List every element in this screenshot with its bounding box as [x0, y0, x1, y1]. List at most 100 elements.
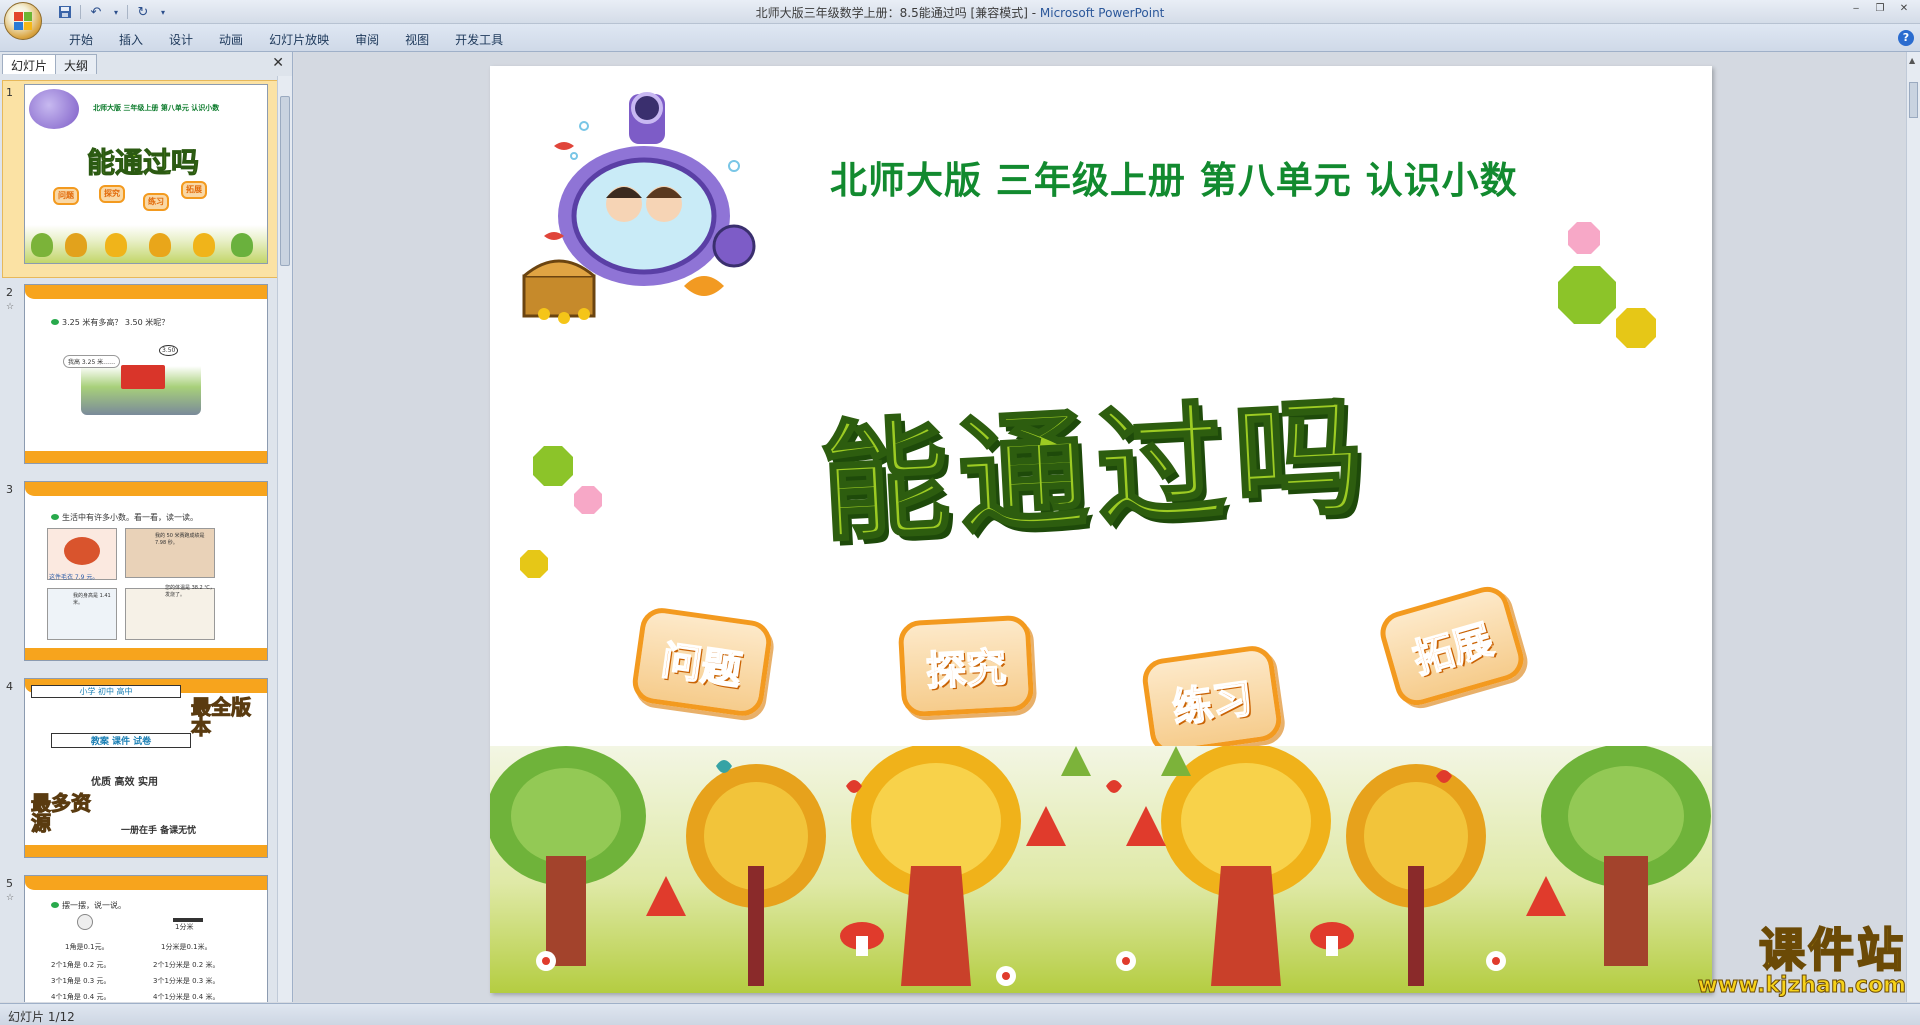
slide-title: 能通过吗 — [816, 379, 1378, 561]
row-text: 2个1角是 0.2 元。 — [51, 961, 111, 969]
scrollbar-thumb[interactable] — [280, 96, 290, 266]
row-text: 4个1角是 0.4 元。 — [51, 993, 111, 1001]
thumb-tree-ground — [25, 225, 267, 263]
thumbnails-scrollbar[interactable] — [277, 76, 292, 1002]
tab-outline[interactable]: 大纲 — [55, 54, 98, 74]
row-text: 1角是0.1元。 — [65, 943, 109, 951]
tab-view[interactable]: 视图 — [392, 29, 442, 50]
ribbon: 开始 插入 设计 动画 幻灯片放映 审阅 视图 开发工具 ? — [0, 24, 1920, 52]
slide-number: 4 — [6, 680, 13, 693]
bubble-text: 您的体温是 38.2 ℃，发烧了。 — [165, 585, 215, 598]
ribbon-tabs: 开始 插入 设计 动画 幻灯片放映 审阅 视图 开发工具 — [56, 29, 516, 50]
pane-close-icon[interactable]: ✕ — [272, 55, 284, 71]
badge-extend[interactable]: 拓展 — [1375, 581, 1529, 711]
thumb-badge: 拓展 — [181, 181, 207, 199]
tab-design[interactable]: 设计 — [156, 29, 206, 50]
close-icon[interactable]: ✕ — [1894, 2, 1914, 16]
row-text: 1分米是0.1米。 — [161, 943, 212, 951]
yellow-octagon-shape — [1616, 308, 1656, 348]
row-text: 4个1分米是 0.4 米。 — [153, 993, 220, 1001]
row-text: 3个1分米是 0.3 米。 — [153, 977, 220, 985]
tab-review[interactable]: 审阅 — [342, 29, 392, 50]
ruler-label: 1分米 — [175, 923, 194, 931]
bubble-text: 这件毛衣 7.9 元。 — [49, 574, 99, 581]
thumb-text: 3.25 米有多高？ 3.50 米呢？ — [51, 317, 169, 328]
slide-thumbnail-5[interactable]: 摆一摆，说一说。 1分米 1角是0.1元。 1分米是0.1米。 2个1角是 0.… — [24, 875, 268, 1002]
thumb-text: 生活中有许多小数。看一看，读一读。 — [51, 512, 198, 523]
window-title: 北师大版三年级数学上册：8.5能通过吗 [兼容模式] - Microsoft P… — [755, 6, 1165, 20]
pink-octagon-shape — [574, 486, 602, 514]
row-text: 2个1分米是 0.2 米。 — [153, 961, 220, 969]
submarine-illustration — [29, 89, 79, 129]
bubble-text: 我的身高是 1.41 米。 — [73, 593, 111, 606]
ad-line: 优质 高效 实用 — [91, 777, 158, 788]
badge-practice[interactable]: 练习 — [1139, 643, 1285, 757]
orange-band — [25, 876, 267, 890]
slide-canvas[interactable]: 北师大版 三年级上册 第八单元 认识小数 能通过吗 问题 探究 练习 拓展 — [490, 66, 1712, 993]
office-logo-icon — [14, 12, 32, 30]
ad-line: 小学 初中 高中 — [31, 685, 181, 698]
ad-side-text: 最多资源 — [31, 791, 92, 835]
minimize-icon[interactable]: ‒ — [1846, 2, 1866, 16]
orange-band — [25, 648, 267, 660]
green-octagon-shape — [533, 446, 573, 486]
pane-tabs: 幻灯片 大纲 — [2, 54, 98, 74]
scrollbar-thumb[interactable] — [1909, 82, 1918, 118]
tab-home[interactable]: 开始 — [56, 29, 106, 50]
slide-number: 2 — [6, 286, 13, 299]
slides-pane: 幻灯片 大纲 ✕ 1 北师大版 三年级上册 第八单元 认识小数 能通过吗 问题 … — [0, 52, 293, 1002]
orange-band — [25, 451, 267, 463]
badge-question[interactable]: 问题 — [629, 605, 775, 719]
pink-octagon-shape — [1568, 222, 1600, 254]
speech-bubble: 我高 3.25 米…… — [63, 355, 121, 368]
slide-position: 幻灯片 1/12 — [8, 1010, 75, 1024]
watermark: 课件站 www.kjzhan.com — [1697, 923, 1907, 998]
submarine-illustration — [522, 92, 756, 324]
thumb-badge: 问题 — [53, 187, 79, 205]
badge-explore[interactable]: 探究 — [897, 614, 1035, 718]
tab-insert[interactable]: 插入 — [106, 29, 156, 50]
editor-scrollbar[interactable]: ▲ — [1906, 52, 1920, 1002]
slide-thumbnails: 1 北师大版 三年级上册 第八单元 认识小数 能通过吗 问题 探究 练习 拓展 — [0, 76, 278, 1002]
slide-thumbnail-4[interactable]: 小学 初中 高中 教案 课件 试卷 优质 高效 实用 一册在手 备课无忧 最全版… — [24, 678, 268, 858]
yellow-octagon-shape — [520, 550, 548, 578]
row-text: 3个1角是 0.3 元。 — [51, 977, 111, 985]
slide-thumbnail-2[interactable]: 3.25 米有多高？ 3.50 米呢？ 我高 3.25 米…… 3.50 — [24, 284, 268, 464]
restore-icon[interactable]: ❐ — [1870, 2, 1890, 16]
app-name: Microsoft PowerPoint — [1039, 6, 1165, 20]
slide-subtitle: 北师大版 三年级上册 第八单元 认识小数 — [830, 159, 1518, 202]
watermark-url: www.kjzhan.com — [1697, 973, 1907, 998]
status-bar: 幻灯片 1/12 — [0, 1003, 1920, 1025]
green-octagon-shape — [1558, 266, 1616, 324]
title-bar: ↶ ▾ ↻ ▾ 北师大版三年级数学上册：8.5能通过吗 [兼容模式] - Mic… — [0, 0, 1920, 40]
ad-side-text: 最全版本 — [191, 695, 252, 739]
window-controls: ‒ ❐ ✕ — [1846, 2, 1914, 16]
slide-number: 5 — [6, 877, 13, 890]
orange-band — [25, 482, 267, 496]
slide-thumbnail-1[interactable]: 北师大版 三年级上册 第八单元 认识小数 能通过吗 问题 探究 练习 拓展 — [24, 84, 268, 264]
office-button[interactable] — [4, 2, 42, 40]
orange-band — [25, 285, 267, 299]
watermark-name: 课件站 — [1758, 923, 1906, 977]
thumb-badge: 探究 — [99, 185, 125, 203]
help-icon[interactable]: ? — [1898, 30, 1914, 46]
tab-slideshow[interactable]: 幻灯片放映 — [256, 29, 342, 50]
thumb-badge: 练习 — [143, 193, 169, 211]
orange-band — [25, 845, 267, 857]
scroll-up-icon[interactable]: ▲ — [1909, 56, 1915, 65]
coin-icon — [77, 914, 93, 930]
animation-icon: ☆ — [6, 302, 15, 312]
ad-line: 教案 课件 试卷 — [51, 733, 191, 748]
tab-developer[interactable]: 开发工具 — [442, 29, 516, 50]
thumb-title: 能通过吗 — [86, 146, 200, 180]
tab-animations[interactable]: 动画 — [206, 29, 256, 50]
document-title: 北师大版三年级数学上册：8.5能通过吗 [兼容模式] — [755, 6, 1028, 20]
slide-thumbnail-3[interactable]: 生活中有许多小数。看一看，读一读。 这件毛衣 7.9 元。 我的 50 米赛跑成… — [24, 481, 268, 661]
slide-number: 1 — [6, 86, 13, 99]
forest-ground-illustration — [490, 746, 1712, 993]
tab-slides[interactable]: 幻灯片 — [2, 54, 57, 74]
thumb-subtitle: 北师大版 三年级上册 第八单元 认识小数 — [93, 104, 220, 112]
bubble-text: 我的 50 米赛跑成绩是 7.98 秒。 — [155, 533, 205, 546]
slide-number: 3 — [6, 483, 13, 496]
thumb-text: 摆一摆，说一说。 — [51, 900, 126, 911]
